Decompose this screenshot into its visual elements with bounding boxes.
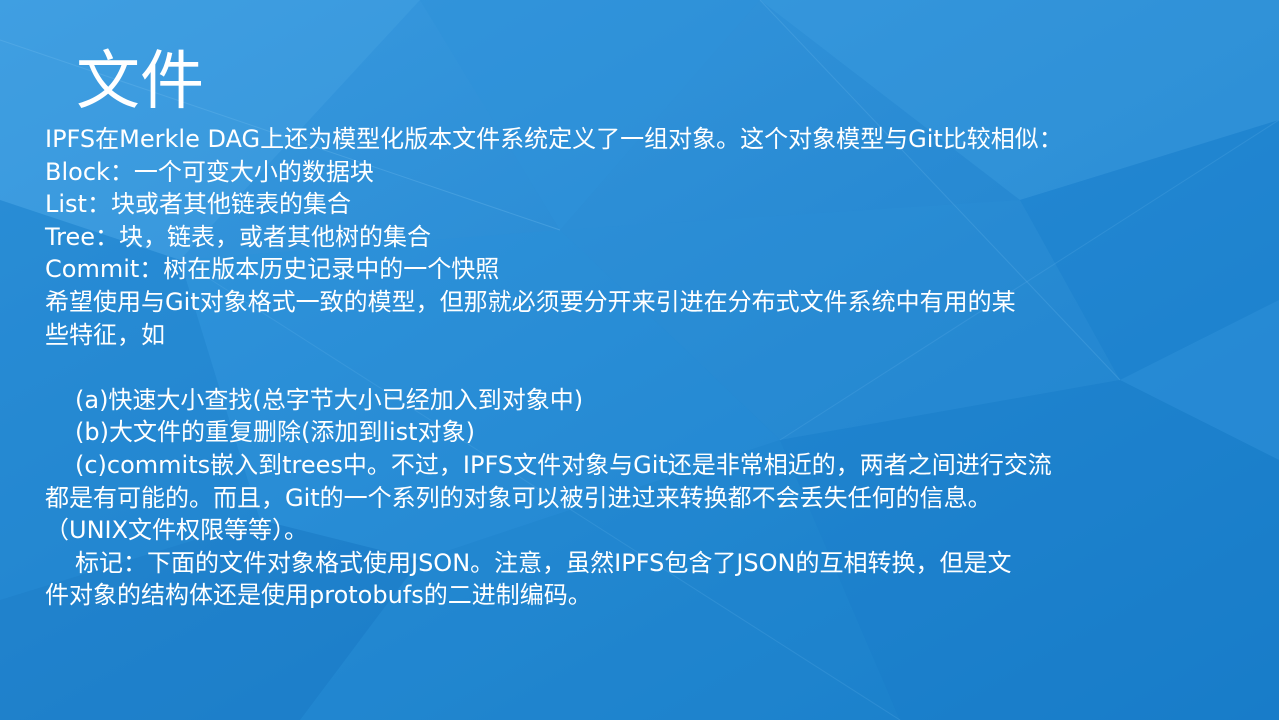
body-line-model-cont: 些特征，如	[45, 320, 165, 349]
body-line-item-c-cont: 都是有可能的。而且，Git的一个系列的对象可以被引进过来转换都不会丢失任何的信息…	[45, 483, 992, 512]
body-line-model: 希望使用与Git对象格式一致的模型，但那就必须要分开来引进在分布式文件系统中有用…	[45, 287, 1016, 316]
body-line-item-b: (b)大文件的重复删除(添加到list对象)	[75, 418, 475, 447]
body-line-commit: Commit：树在版本历史记录中的一个快照	[45, 255, 500, 284]
body-line-block: Block：一个可变大小的数据块	[45, 157, 374, 186]
body-line-item-c: (c)commits嵌入到trees中。不过，IPFS文件对象与Git还是非常相…	[75, 450, 1052, 479]
body-line-list: List：块或者其他链表的集合	[45, 190, 351, 219]
body-line-note: 标记：下面的文件对象格式使用JSON。注意，虽然IPFS包含了JSON的互相转换…	[75, 548, 1012, 577]
body-line-note-cont: 件对象的结构体还是使用protobufs的二进制编码。	[45, 581, 592, 610]
slide-title: 文件	[76, 45, 204, 119]
slide: 文件 IPFS在Merkle DAG上还为模型化版本文件系统定义了一组对象。这个…	[0, 0, 1279, 720]
body-line-tree: Tree：块，链表，或者其他树的集合	[45, 222, 432, 251]
body-blank-line	[45, 351, 1195, 384]
body-line-item-a: (a)快速大小查找(总字节大小已经加入到对象中)	[75, 385, 584, 414]
slide-body: IPFS在Merkle DAG上还为模型化版本文件系统定义了一组对象。这个对象模…	[45, 123, 1195, 612]
body-line-intro: IPFS在Merkle DAG上还为模型化版本文件系统定义了一组对象。这个对象模…	[45, 125, 1063, 153]
body-line-unix: （UNIX文件权限等等）。	[45, 516, 309, 545]
